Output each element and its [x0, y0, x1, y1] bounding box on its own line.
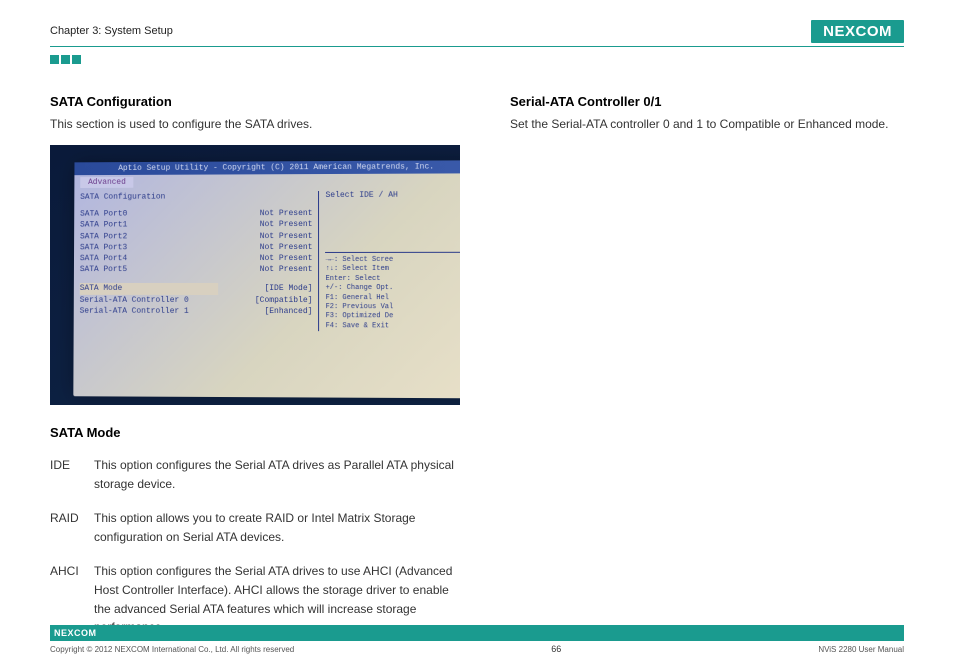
bios-port-row: SATA Port1Not Present: [80, 219, 312, 231]
bios-setting-row: SATA Mode[IDE Mode]: [80, 283, 313, 294]
brand-logo: NEXCOM: [811, 20, 904, 43]
bios-port-row: SATA Port4Not Present: [80, 253, 313, 264]
chapter-title: Chapter 3: System Setup: [50, 25, 173, 37]
bios-port-row: SATA Port0Not Present: [80, 208, 312, 220]
bios-help-line: F1: General Hel: [326, 294, 460, 304]
footer-doc-name: NViS 2280 User Manual: [818, 645, 904, 654]
bios-help-line: +/-: Change Opt.: [326, 284, 460, 294]
bios-port-row: SATA Port5Not Present: [80, 264, 313, 275]
mode-label: IDE: [50, 456, 94, 493]
bios-help-line: F3: Optimized De: [326, 313, 460, 323]
sata-config-heading: SATA Configuration: [50, 94, 460, 109]
footer-bar: NEXCOM: [50, 625, 904, 641]
bios-help-line: ↑↓: Select Item: [326, 265, 460, 275]
mode-description: This option configures the Serial ATA dr…: [94, 456, 460, 493]
bios-section-label: SATA Configuration: [80, 191, 312, 203]
bios-help-line: F2: Previous Val: [326, 303, 460, 313]
bios-help-line: F4: Save & Exit: [326, 322, 460, 332]
footer-copyright: Copyright © 2012 NEXCOM International Co…: [50, 645, 294, 654]
bios-help-line: Enter: Select: [326, 275, 460, 285]
mode-row: IDEThis option configures the Serial ATA…: [50, 456, 460, 493]
bios-help-hint: Select IDE / AH: [326, 190, 460, 201]
bios-port-row: SATA Port3Not Present: [80, 242, 313, 253]
mode-description: This option allows you to create RAID or…: [94, 509, 460, 546]
bios-title: Aptio Setup Utility - Copyright (C) 2011…: [74, 160, 460, 175]
mode-label: RAID: [50, 509, 94, 546]
decorative-squares: [50, 55, 904, 64]
bios-setting-row: Serial-ATA Controller 0[Compatible]: [80, 294, 313, 305]
header-rule: [50, 46, 904, 47]
bios-port-row: SATA Port2Not Present: [80, 231, 313, 243]
sata-config-text: This section is used to configure the SA…: [50, 115, 460, 133]
serial-ata-text: Set the Serial-ATA controller 0 and 1 to…: [510, 115, 904, 133]
serial-ata-heading: Serial-ATA Controller 0/1: [510, 94, 904, 109]
bios-tab-advanced: Advanced: [80, 177, 134, 188]
footer-brand-logo: NEXCOM: [54, 628, 97, 638]
sata-mode-heading: SATA Mode: [50, 425, 460, 440]
bios-screenshot: Aptio Setup Utility - Copyright (C) 2011…: [50, 145, 460, 405]
mode-row: RAIDThis option allows you to create RAI…: [50, 509, 460, 546]
bios-help-line: →←: Select Scree: [326, 256, 460, 266]
bios-setting-row: Serial-ATA Controller 1[Enhanced]: [80, 305, 313, 316]
page-number: 66: [551, 644, 561, 654]
